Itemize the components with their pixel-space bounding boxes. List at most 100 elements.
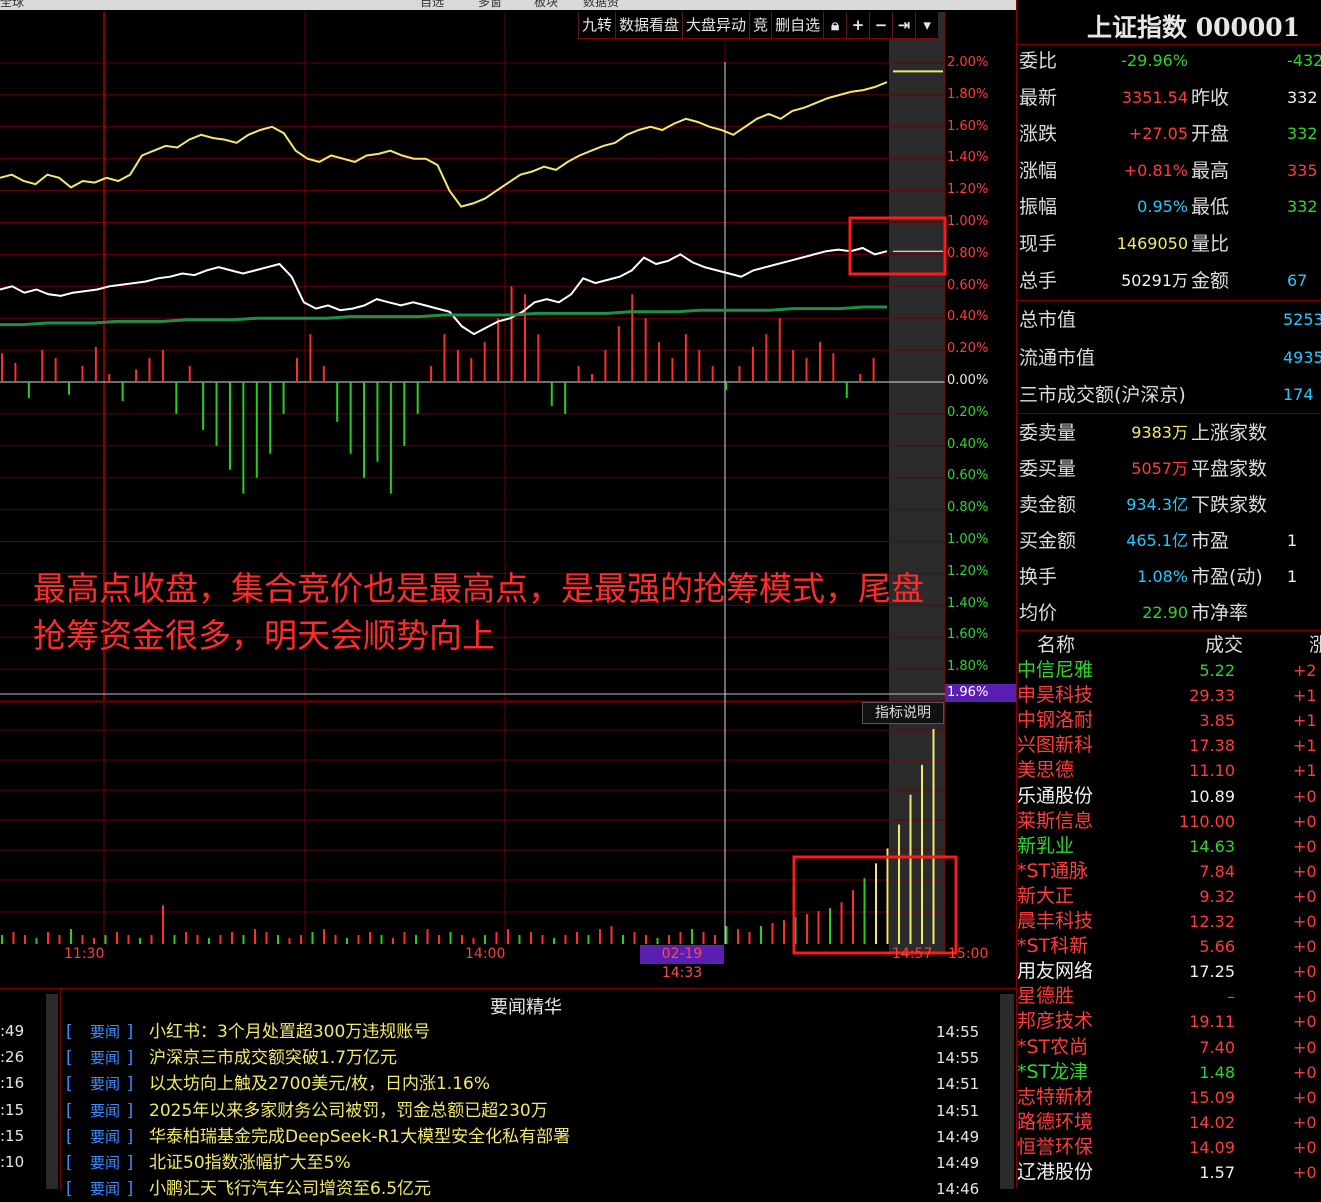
list-item[interactable]: *ST科新 5.66 +0: [1017, 934, 1321, 959]
list-item[interactable]: 路德环境 14.02 +0: [1017, 1110, 1321, 1135]
header-change[interactable]: 涨: [1309, 630, 1321, 657]
indicator-info-button[interactable]: 指标说明: [862, 702, 944, 724]
list-item[interactable]: 新乳业 14.63 +0: [1017, 834, 1321, 859]
data-board-button[interactable]: 数据看盘: [615, 12, 682, 38]
top-tab-7[interactable]: 自选: [420, 0, 444, 8]
list-item[interactable]: 星德胜 – +0: [1017, 984, 1321, 1009]
list-item[interactable]: *ST通脉 7.84 +0: [1017, 859, 1321, 884]
percent-axis-label: 0.40%: [947, 309, 989, 325]
quote-row: 买金额 465.1亿 市盈 1: [1019, 524, 1321, 558]
quote-value: 1.08%: [1137, 567, 1188, 586]
stock-name: *ST农尚: [1017, 1035, 1089, 1058]
list-item[interactable]: 莱斯信息 110.00 +0: [1017, 809, 1321, 834]
left-scrollbar[interactable]: [46, 994, 58, 1189]
intraday-chart[interactable]: [0, 10, 1016, 988]
news-time: 14:55: [936, 1023, 980, 1041]
news-headline[interactable]: 北证50指数涨幅扩大至5%: [149, 1150, 351, 1176]
stock-price: 1.48: [1199, 1062, 1235, 1082]
quote-value-2: 332: [1287, 87, 1318, 107]
list-item[interactable]: 辽港股份 1.57 +0: [1017, 1160, 1321, 1185]
list-item[interactable]: 用友网络 17.25 +0: [1017, 959, 1321, 984]
top-tab-10[interactable]: 数据资: [583, 0, 619, 8]
minus-icon[interactable]: −: [869, 12, 892, 38]
dropdown-icon[interactable]: ▾: [915, 12, 938, 38]
news-item[interactable]: [ ] 要闻 沪深京三市成交额突破1.7万亿元 14:55: [66, 1045, 996, 1071]
stock-name: *ST科新: [1017, 935, 1089, 958]
list-item[interactable]: 志特新材 15.09 +0: [1017, 1085, 1321, 1110]
news-headline[interactable]: 小红书：3个月处置超300万违规账号: [149, 1019, 430, 1045]
stock-price: 110.00: [1179, 811, 1235, 831]
list-item[interactable]: 晨丰科技 12.32 +0: [1017, 909, 1321, 934]
quote-value: 465.1亿: [1126, 531, 1188, 550]
news-scrollbar[interactable]: [1000, 994, 1014, 1189]
news-item[interactable]: [ ] 要闻 小鹏汇天飞行汽车公司增资至6.5亿元 14:46: [66, 1176, 996, 1202]
stock-price: 11.10: [1189, 761, 1235, 781]
list-item[interactable]: 中信尼雅 5.22 +2: [1017, 658, 1321, 683]
quote-key: 涨跌: [1019, 123, 1058, 146]
stock-name: *ST龙津: [1017, 1060, 1089, 1083]
news-panel: :49:26:16:15:15:10 要闻精华 [ ] 要闻 小红书：3个月处置超3…: [0, 988, 1016, 1199]
list-item[interactable]: 美思德 11.10 +1: [1017, 758, 1321, 783]
top-tab-8[interactable]: 多窗: [478, 0, 502, 8]
news-headline[interactable]: 沪深京三市成交额突破1.7万亿元: [149, 1045, 397, 1071]
news-left-column: :49:26:16:15:15:10: [0, 989, 61, 1189]
news-headline[interactable]: 以太坊向上触及2700美元/枚，日内涨1.16%: [149, 1071, 490, 1097]
quote-key-2: 上涨家数: [1191, 422, 1268, 444]
list-item[interactable]: 恒誉环保 14.09 +0: [1017, 1135, 1321, 1160]
news-headline[interactable]: 小鹏汇天飞行汽车公司增资至6.5亿元: [149, 1176, 431, 1202]
market-anomaly-button[interactable]: 大盘异动: [682, 12, 749, 38]
news-headline[interactable]: 2025年以来多家财务公司被罚，罚金总额已超230万: [149, 1098, 548, 1124]
stock-name: 用友网络: [1017, 960, 1094, 983]
top-tab-9[interactable]: 板块: [534, 0, 558, 8]
top-tab-0[interactable]: 全球: [0, 0, 24, 8]
stock-change: +1: [1293, 761, 1317, 781]
list-item[interactable]: 中钢洛耐 3.85 +1: [1017, 708, 1321, 733]
list-item[interactable]: 新大正 9.32 +0: [1017, 884, 1321, 909]
quote-row: 均价 22.90 市净率: [1019, 596, 1321, 630]
chart-toolbar: 九转 数据看盘 大盘异动 竞 删自选 🔒︎ + − ⇥ ▾: [578, 12, 939, 39]
quote-key: 委卖量: [1019, 422, 1077, 444]
stock-change: +0: [1293, 1137, 1317, 1157]
top-tab-strip: 全球 自选 多窗 板块 数据资: [0, 0, 1016, 10]
annotation-line-1: 最高点收盘，集合竞价也是最高点，是最强的抢筹模式，尾盘: [33, 569, 924, 608]
header-name[interactable]: 名称: [1037, 630, 1075, 657]
jump-end-icon[interactable]: ⇥: [892, 12, 915, 38]
news-item[interactable]: [ ] 要闻 华泰柏瑞基金完成DeepSeek-R1大模型安全化私有部署 14:49: [66, 1124, 996, 1150]
plus-icon[interactable]: +: [846, 12, 869, 38]
stock-name: 乐通股份: [1017, 784, 1094, 807]
stock-name: 中信尼雅: [1017, 659, 1094, 681]
news-tag: 要闻: [90, 1127, 121, 1146]
stock-name: 新大正: [1017, 884, 1075, 907]
news-headline[interactable]: 华泰柏瑞基金完成DeepSeek-R1大模型安全化私有部署: [149, 1124, 570, 1150]
list-item[interactable]: 申昊科技 29.33 +1: [1017, 683, 1321, 708]
stock-name: 邦彦技术: [1017, 1010, 1094, 1033]
news-item[interactable]: [ ] 要闻 小红书：3个月处置超300万违规账号 14:55: [66, 1019, 996, 1045]
list-item[interactable]: 兴图新科 17.38 +1: [1017, 733, 1321, 758]
news-item[interactable]: [ ] 要闻 2025年以来多家财务公司被罚，罚金总额已超230万 14:51: [66, 1098, 996, 1124]
news-item[interactable]: [ ] 要闻 北证50指数涨幅扩大至5% 14:49: [66, 1150, 996, 1176]
quote-value: 4935: [1283, 347, 1321, 367]
quote-value: 934.3亿: [1126, 495, 1188, 514]
lock-icon[interactable]: 🔒︎: [823, 12, 846, 38]
percent-axis-label: 0.80%: [947, 245, 989, 261]
jiuzhuan-button[interactable]: 九转: [578, 12, 615, 38]
header-price[interactable]: 成交: [1205, 630, 1243, 657]
news-item[interactable]: [ ] 要闻 以太坊向上触及2700美元/枚，日内涨1.16% 14:51: [66, 1071, 996, 1097]
quote-row: 换手 1.08% 市盈(动) 1: [1019, 560, 1321, 594]
stock-change: +0: [1293, 811, 1317, 831]
auction-shade: [889, 12, 945, 952]
quote-key-2: 市盈(动): [1191, 566, 1263, 588]
auction-button[interactable]: 竞: [749, 12, 771, 38]
news-time: 14:49: [936, 1127, 980, 1146]
delete-watchlist-button[interactable]: 删自选: [771, 12, 823, 38]
stock-name: 中钢洛耐: [1017, 709, 1094, 732]
quote-key: 流通市值: [1019, 346, 1096, 369]
stock-change: +0: [1293, 1087, 1317, 1107]
stock-change: +0: [1293, 912, 1317, 931]
list-item[interactable]: *ST龙津 1.48 +0: [1017, 1060, 1321, 1085]
list-item[interactable]: 邦彦技术 19.11 +0: [1017, 1009, 1321, 1034]
quote-row: 委卖量 9383万 上涨家数: [1019, 416, 1321, 450]
quote-value: 50291万: [1121, 270, 1188, 290]
list-item[interactable]: 乐通股份 10.89 +0: [1017, 784, 1321, 809]
list-item[interactable]: *ST农尚 7.40 +0: [1017, 1035, 1321, 1060]
